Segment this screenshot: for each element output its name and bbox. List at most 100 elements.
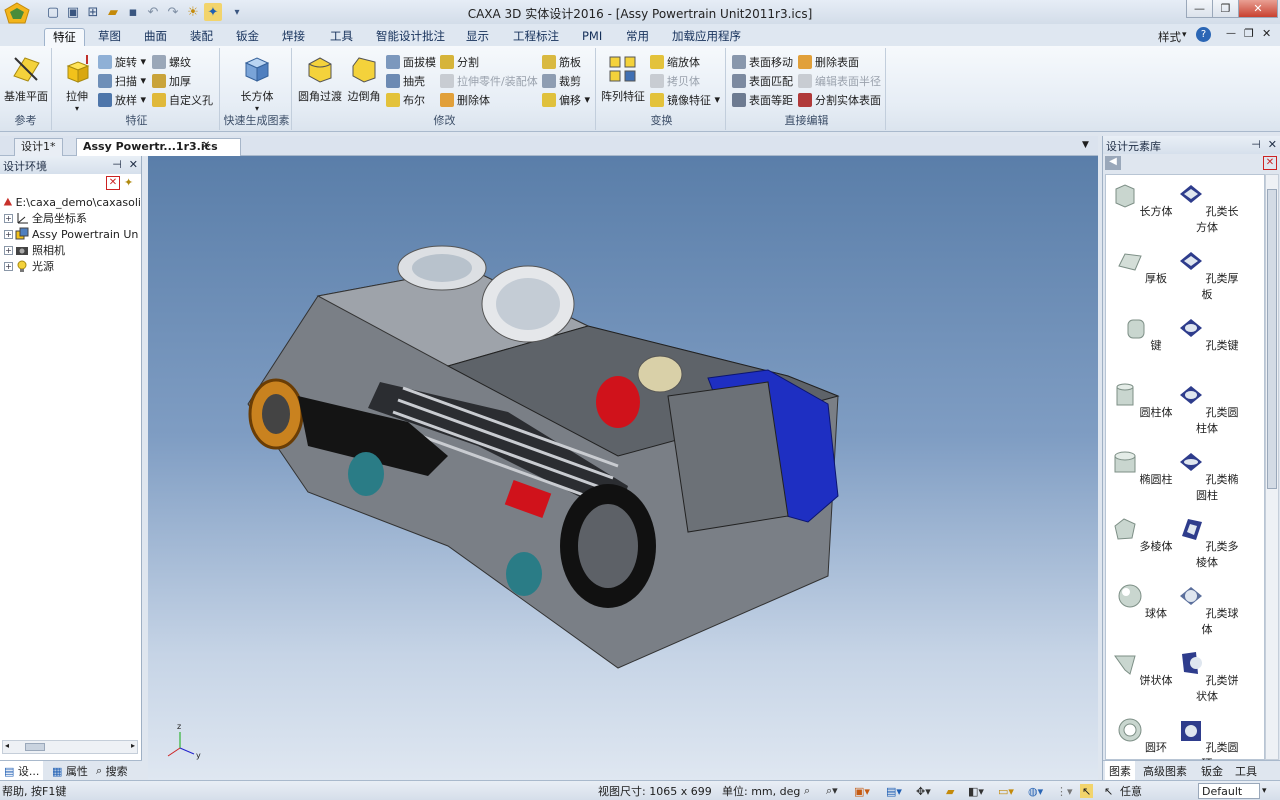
filter-pointer-icon[interactable]: ↖ <box>1104 784 1113 798</box>
lib-item-hole-sphere[interactable]: 孔类球体 <box>1172 581 1242 637</box>
doc-tab-assy[interactable]: Assy Powertr...1r3.ics <box>76 138 241 156</box>
tab-sheetmetal[interactable]: 钣金 <box>228 28 267 46</box>
mdi-restore-icon[interactable]: ❐ <box>1244 27 1254 40</box>
pin-icon[interactable]: ⊣ <box>1251 138 1261 151</box>
draft-button[interactable]: 面拔模 <box>386 52 436 71</box>
lib-item-torus[interactable]: 圆环 <box>1106 715 1176 755</box>
select-pointer-icon[interactable]: ↖ <box>1080 784 1094 798</box>
tree-item-root[interactable]: E:\caxa_demo\caxasoli <box>0 194 141 210</box>
zoom-icon[interactable]: ⌕ <box>804 784 810 798</box>
offset-button[interactable]: 偏移 ▾ <box>542 90 590 109</box>
orient-icon[interactable]: ◧▾ <box>968 784 984 798</box>
lib-item-hole-prism[interactable]: 孔类多棱体 <box>1172 514 1242 570</box>
extrude-part-button[interactable]: 拉伸零件/装配体 <box>440 71 538 90</box>
split-button[interactable]: 分割 <box>440 52 538 71</box>
3d-viewport[interactable]: z y <box>148 156 1098 780</box>
lib-item-plate[interactable]: 厚板 <box>1106 246 1176 286</box>
vertical-scrollbar[interactable] <box>1265 174 1279 760</box>
tab-sheetmetal-lib[interactable]: 钣金 <box>1197 761 1227 781</box>
close-icon[interactable]: ✕ <box>129 158 138 171</box>
rib-button[interactable]: 筋板 <box>542 52 590 71</box>
lib-item-hole-pie[interactable]: 孔类饼状体 <box>1172 648 1242 704</box>
extrude-button[interactable]: 拉伸 ▾ <box>60 54 94 113</box>
tree-item-assembly[interactable]: + Assy Powertrain Un <box>0 226 141 242</box>
shell-button[interactable]: 抽壳 <box>386 71 436 90</box>
sphere-view-icon[interactable]: ◍▾ <box>1028 784 1043 798</box>
tab-primitives[interactable]: 图素 <box>1105 761 1135 781</box>
chevron-down-icon[interactable]: ▾ <box>1182 30 1187 40</box>
tab-feature[interactable]: 特征 <box>44 28 85 46</box>
close-window-button[interactable]: ✕ <box>1238 0 1278 18</box>
pan-icon[interactable]: ✥▾ <box>916 784 931 798</box>
revolve-button[interactable]: 旋转 ▾ <box>98 52 146 71</box>
delete-face-button[interactable]: 删除表面 <box>798 52 881 71</box>
selection-filter[interactable]: 任意 <box>1120 784 1142 798</box>
mdi-close-icon[interactable]: ✕ <box>1262 27 1271 40</box>
scrollbar-thumb[interactable] <box>1267 189 1277 489</box>
expand-icon[interactable]: + <box>4 245 13 255</box>
sweep-button[interactable]: 扫描 ▾ <box>98 71 146 90</box>
tab-display[interactable]: 显示 <box>458 28 497 46</box>
box-button[interactable]: 长方体 ▾ <box>232 54 282 113</box>
expand-icon[interactable]: + <box>4 229 13 239</box>
lib-item-hole-box[interactable]: 孔类长方体 <box>1172 179 1242 235</box>
expand-icon[interactable]: + <box>4 213 13 223</box>
lib-item-hole-plate[interactable]: 孔类厚板 <box>1172 246 1242 302</box>
thread-button[interactable]: 螺纹 <box>152 52 213 71</box>
chevron-down-icon[interactable]: ▾ <box>1262 784 1267 798</box>
datum-plane-button[interactable]: 基准平面 <box>4 54 48 104</box>
split-face-button[interactable]: 分割实体表面 <box>798 90 881 109</box>
horizontal-scrollbar[interactable]: ◂ ▸ <box>2 740 138 754</box>
question-icon[interactable]: ? <box>1196 27 1211 42</box>
tab-drafting[interactable]: 工程标注 <box>505 28 567 46</box>
tab-list-icon[interactable]: ▼ <box>1082 140 1089 150</box>
face-move-button[interactable]: 表面移动 <box>732 52 793 71</box>
chamfer-button[interactable]: 边倒角 <box>344 54 384 104</box>
boolean-button[interactable]: 布尔 <box>386 90 436 109</box>
copy-body-button[interactable]: 拷贝体 <box>650 71 720 90</box>
tab-search[interactable]: ⌕ 搜索 <box>92 761 132 781</box>
custom-hole-button[interactable]: 自定义孔 <box>152 90 213 109</box>
lib-item-sphere[interactable]: 球体 <box>1106 581 1176 621</box>
expand-icon[interactable]: + <box>4 261 13 271</box>
tab-addins[interactable]: 加载应用程序 <box>664 28 749 46</box>
thicken-button[interactable]: 加厚 <box>152 71 213 90</box>
delete-body-button[interactable]: 删除体 <box>440 90 538 109</box>
zoom-menu-icon[interactable]: ⌕▾ <box>826 784 838 798</box>
tab-design[interactable]: ▤ 设... <box>0 761 44 781</box>
pin-icon[interactable]: ⊣ <box>112 158 122 171</box>
mdi-minimize-icon[interactable]: — <box>1226 28 1236 39</box>
back-arrow-icon[interactable]: ◀ <box>1105 156 1121 170</box>
close-tab-icon[interactable]: ✕ <box>202 140 210 151</box>
view-cube-icon[interactable]: ▤▾ <box>886 784 902 798</box>
tab-sketch[interactable]: 草图 <box>90 28 129 46</box>
config-select[interactable]: Default <box>1198 783 1260 799</box>
tab-tools[interactable]: 工具 <box>322 28 361 46</box>
lib-item-hole-key[interactable]: 孔类键 <box>1172 313 1242 353</box>
wizard-icon[interactable]: ✦ <box>124 176 138 190</box>
lib-item-hole-elliptic-cylinder[interactable]: 孔类椭圆柱 <box>1172 447 1242 503</box>
close-icon[interactable]: ✕ <box>1268 138 1277 151</box>
face-match-button[interactable]: 表面匹配 <box>732 71 793 90</box>
lib-item-prism[interactable]: 多棱体 <box>1106 514 1176 554</box>
loft-button[interactable]: 放样 ▾ <box>98 90 146 109</box>
tree-item-light[interactable]: + 光源 <box>0 258 141 274</box>
lib-item-cylinder[interactable]: 圆柱体 <box>1106 380 1176 420</box>
delete-icon[interactable]: ✕ <box>106 176 120 190</box>
lib-item-pie[interactable]: 饼状体 <box>1106 648 1176 688</box>
tab-smart-annotation[interactable]: 智能设计批注 <box>368 28 453 46</box>
sketch-mode-icon[interactable]: ▰ <box>946 784 954 798</box>
lib-item-box[interactable]: 长方体 <box>1106 179 1176 219</box>
tab-common[interactable]: 常用 <box>618 28 657 46</box>
snap-icon[interactable]: ⋮▾ <box>1056 784 1073 798</box>
tab-advanced-primitives[interactable]: 高级图素 <box>1139 761 1191 781</box>
lib-item-elliptic-cylinder[interactable]: 椭圆柱 <box>1106 447 1176 487</box>
tab-surface[interactable]: 曲面 <box>136 28 175 46</box>
minimize-button[interactable]: — <box>1186 0 1213 18</box>
mirror-feature-button[interactable]: 镜像特征 ▾ <box>650 90 720 109</box>
tab-properties[interactable]: ▦ 属性 <box>48 761 92 781</box>
tab-assembly[interactable]: 装配 <box>182 28 221 46</box>
trim-button[interactable]: 裁剪 <box>542 71 590 90</box>
lib-item-hole-cylinder[interactable]: 孔类圆柱体 <box>1172 380 1242 436</box>
delete-icon[interactable]: ✕ <box>1263 156 1277 170</box>
